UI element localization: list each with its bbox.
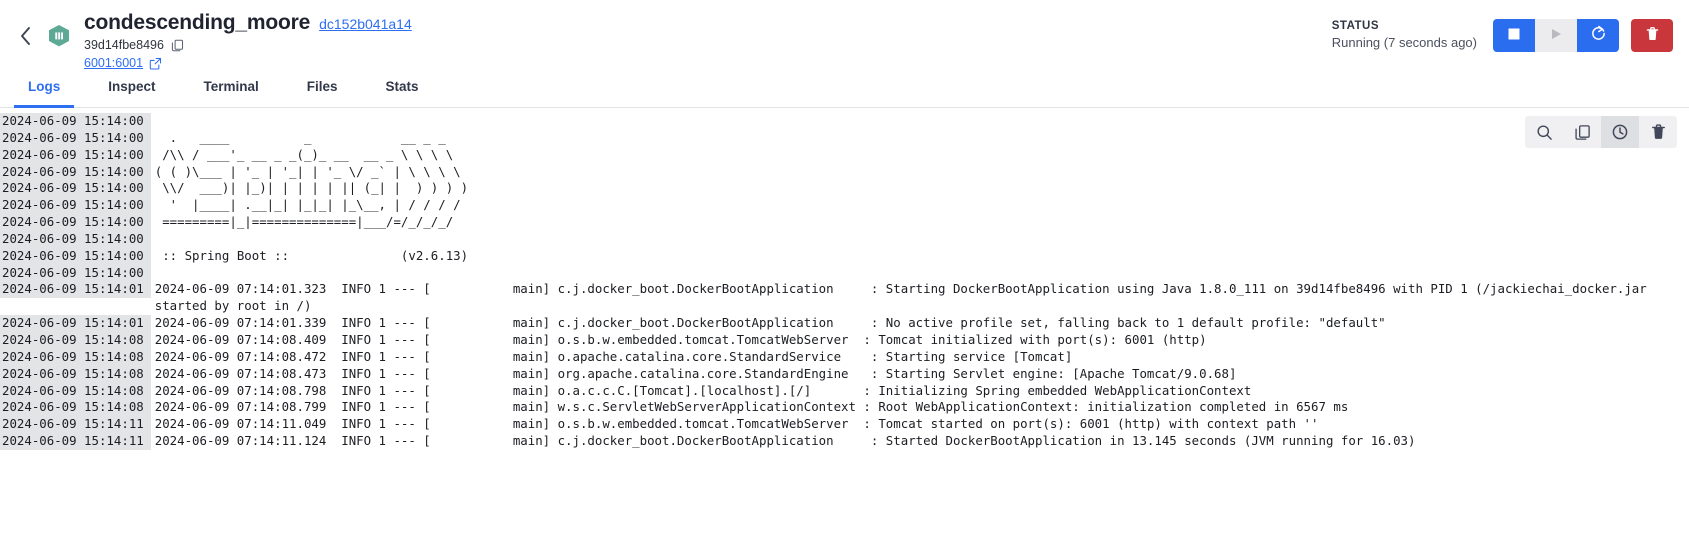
log-line: 2024-06-09 15:14:01 2024-06-09 07:14:01.3… — [0, 315, 1689, 332]
image-id-link[interactable]: dc152b041a14 — [319, 15, 412, 33]
log-line: 2024-06-09 15:14:00 — [0, 113, 1689, 130]
log-output: 2024-06-09 15:14:00 2024-06-09 15:14:00 .… — [0, 108, 1689, 450]
port-row: 6001:6001 — [84, 56, 412, 70]
log-message: 2024-06-09 07:14:08.409 INFO 1 --- [ mai… — [154, 331, 1207, 347]
log-message: 2024-06-09 07:14:01.339 INFO 1 --- [ mai… — [154, 315, 1386, 331]
container-id-row: 39d14fbe8496 — [84, 37, 412, 53]
log-timestamp: 2024-06-09 15:14:00 — [0, 163, 151, 181]
log-timestamp: 2024-06-09 15:14:00 — [0, 180, 151, 198]
log-timestamp: 2024-06-09 15:14:00 — [0, 146, 151, 164]
log-line: 2024-06-09 15:14:08 2024-06-09 07:14:08.7… — [0, 382, 1689, 400]
tab-stats[interactable]: Stats — [372, 78, 433, 108]
copy-logs-icon[interactable] — [1563, 116, 1601, 148]
log-timestamp: 2024-06-09 15:14:00 — [0, 247, 151, 265]
search-icon[interactable] — [1525, 116, 1563, 148]
container-detail-page: condescending_moore dc152b041a14 39d14fb… — [0, 0, 1689, 542]
log-line: 2024-06-09 15:14:00 :: Spring Boot :: (v… — [0, 247, 1689, 265]
log-timestamp: 2024-06-09 15:14:00 — [0, 214, 151, 231]
log-message: 2024-06-09 07:14:08.799 INFO 1 --- [ mai… — [154, 399, 1349, 415]
log-timestamp: 2024-06-09 15:14:00 — [0, 230, 151, 248]
port-mapping-link[interactable]: 6001:6001 — [84, 56, 143, 70]
status-text-block: STATUS Running (7 seconds ago) — [1332, 18, 1477, 52]
log-message: 2024-06-09 07:14:01.323 INFO 1 --- [ mai… — [154, 281, 1655, 314]
log-toolbar — [1525, 116, 1677, 148]
log-line: 2024-06-09 15:14:01 2024-06-09 07:14:01.3… — [0, 281, 1689, 315]
stop-button[interactable] — [1493, 18, 1535, 52]
log-line: 2024-06-09 15:14:08 2024-06-09 07:14:08.4… — [0, 348, 1689, 366]
tab-inspect[interactable]: Inspect — [94, 78, 169, 108]
log-message: 2024-06-09 07:14:08.798 INFO 1 --- [ mai… — [154, 382, 1252, 398]
tab-files[interactable]: Files — [293, 78, 352, 108]
log-line: 2024-06-09 15:14:08 2024-06-09 07:14:08.4… — [0, 365, 1689, 383]
container-id: 39d14fbe8496 — [84, 38, 164, 52]
log-message: =========|_|==============|___/=/_/_/_/ — [154, 214, 454, 230]
log-line: 2024-06-09 15:14:00 \\/ ___)| |_)| | | |… — [0, 180, 1689, 198]
log-timestamp: 2024-06-09 15:14:08 — [0, 331, 151, 349]
log-timestamp: 2024-06-09 15:14:11 — [0, 433, 151, 450]
tab-bar: Logs Inspect Terminal Files Stats — [0, 70, 1689, 108]
log-line: 2024-06-09 15:14:11 2024-06-09 07:14:11.0… — [0, 416, 1689, 434]
log-timestamp: 2024-06-09 15:14:01 — [0, 315, 151, 332]
log-timestamp: 2024-06-09 15:14:08 — [0, 348, 151, 366]
log-line: 2024-06-09 15:14:00 . ____ _ __ _ _ — [0, 129, 1689, 147]
container-action-buttons — [1493, 18, 1673, 52]
log-timestamp: 2024-06-09 15:14:01 — [0, 281, 151, 299]
delete-button[interactable] — [1631, 18, 1673, 52]
log-message: . ____ _ __ _ _ — [154, 129, 446, 145]
log-timestamp: 2024-06-09 15:14:00 — [0, 129, 151, 147]
log-message: 2024-06-09 07:14:11.049 INFO 1 --- [ mai… — [154, 416, 1319, 432]
log-line: 2024-06-09 15:14:00 =========|_|========… — [0, 214, 1689, 231]
trash-icon — [1645, 26, 1660, 45]
docker-container-icon — [42, 16, 76, 56]
copy-icon[interactable] — [171, 39, 184, 52]
log-message: :: Spring Boot :: (v2.6.13) — [154, 247, 469, 263]
log-timestamp: 2024-06-09 15:14:08 — [0, 365, 151, 383]
log-timestamp: 2024-06-09 15:14:08 — [0, 382, 151, 400]
page-header: condescending_moore dc152b041a14 39d14fb… — [0, 0, 1689, 70]
log-message: 2024-06-09 07:14:08.472 INFO 1 --- [ mai… — [154, 348, 1073, 364]
log-timestamp: 2024-06-09 15:14:00 — [0, 264, 151, 282]
tab-logs[interactable]: Logs — [14, 78, 75, 108]
status-controls: STATUS Running (7 seconds ago) — [1332, 18, 1673, 52]
stop-icon — [1507, 27, 1521, 44]
log-line: 2024-06-09 15:14:08 2024-06-09 07:14:08.7… — [0, 399, 1689, 417]
log-timestamp: 2024-06-09 15:14:11 — [0, 416, 151, 434]
tab-terminal[interactable]: Terminal — [190, 78, 273, 108]
log-message: ' |____| .__|_| |_|_| |_\__, | / / / / — [154, 197, 461, 213]
log-message: ( ( )\___ | '_ | '_| | '_ \/ _` | \ \ \ … — [154, 163, 461, 179]
log-line: 2024-06-09 15:14:08 2024-06-09 07:14:08.4… — [0, 331, 1689, 349]
restart-icon — [1590, 25, 1607, 45]
start-button — [1535, 18, 1577, 52]
clock-timestamps-icon[interactable] — [1601, 116, 1639, 148]
status-label: STATUS — [1331, 20, 1380, 32]
log-message: 2024-06-09 07:14:08.473 INFO 1 --- [ mai… — [154, 365, 1237, 381]
back-button[interactable] — [10, 16, 40, 56]
log-line: 2024-06-09 15:14:00( ( )\___ | '_ | '_| … — [0, 163, 1689, 181]
log-message: 2024-06-09 07:14:11.124 INFO 1 --- [ mai… — [154, 433, 1416, 449]
title-row: condescending_moore dc152b041a14 — [84, 10, 412, 36]
log-panel[interactable]: 2024-06-09 15:14:00 2024-06-09 15:14:00 .… — [0, 108, 1689, 542]
log-message: \\/ ___)| |_)| | | | | || (_| | ) ) ) ) — [154, 180, 469, 196]
log-message: /\\ / ___'_ __ _ _(_)_ __ __ _ \ \ \ \ — [154, 146, 454, 162]
log-line: 2024-06-09 15:14:11 2024-06-09 07:14:11.1… — [0, 433, 1689, 450]
log-line: 2024-06-09 15:14:00 /\\ / ___'_ __ _ _(_… — [0, 146, 1689, 164]
status-badge: Running (7 seconds ago) — [1331, 35, 1477, 50]
log-timestamp: 2024-06-09 15:14:00 — [0, 197, 151, 215]
play-icon — [1549, 27, 1563, 44]
log-timestamp: 2024-06-09 15:14:08 — [0, 399, 151, 417]
container-title-block: condescending_moore dc152b041a14 39d14fb… — [84, 8, 412, 70]
clear-logs-icon[interactable] — [1639, 116, 1677, 148]
log-line: 2024-06-09 15:14:00 — [0, 230, 1689, 248]
chevron-left-icon — [18, 25, 33, 47]
page-title: condescending_moore — [84, 11, 311, 34]
log-timestamp: 2024-06-09 15:14:00 — [0, 113, 151, 130]
restart-button[interactable] — [1577, 18, 1619, 52]
external-link-icon[interactable] — [149, 57, 162, 70]
log-line: 2024-06-09 15:14:00 — [0, 264, 1689, 282]
log-line: 2024-06-09 15:14:00 ' |____| .__|_| |_|_… — [0, 197, 1689, 215]
